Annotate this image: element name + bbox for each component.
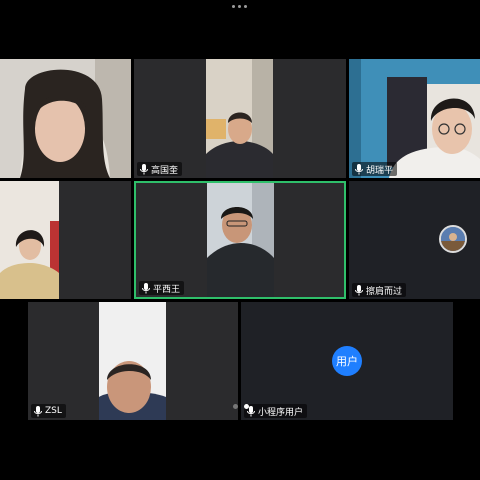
mic-icon — [140, 163, 148, 174]
participant-name: 擦肩而过 — [366, 286, 403, 297]
participant-video-feed — [349, 59, 480, 178]
participant-video-feed — [99, 302, 166, 420]
page-dot[interactable] — [233, 404, 238, 409]
mic-icon — [355, 163, 363, 174]
video-tile-participant-7[interactable]: ZSL — [28, 302, 238, 420]
participant-video-feed — [206, 59, 273, 178]
participant-name: 高国奎 — [151, 165, 179, 176]
mic-icon — [34, 405, 42, 416]
participant-name-label: 胡瑞平 — [352, 162, 398, 176]
participant-name-label: 小程序用户 — [244, 404, 308, 418]
video-tile-participant-2[interactable]: 高国奎 — [134, 59, 346, 178]
video-tile-participant-8[interactable]: 用户 小程序用户 — [241, 302, 453, 420]
participant-name: ZSL — [45, 406, 62, 416]
participant-video-feed — [0, 59, 131, 178]
video-tile-participant-4[interactable] — [0, 181, 131, 299]
mic-icon — [355, 284, 363, 295]
participant-name-label: 高国奎 — [137, 162, 183, 176]
page-dot-current[interactable] — [244, 404, 249, 409]
more-dots-icon[interactable] — [232, 5, 248, 11]
user-avatar-badge: 用户 — [332, 346, 362, 376]
participant-name-label: 平西王 — [139, 281, 185, 295]
video-tile-participant-6[interactable]: 擦肩而过 — [349, 181, 480, 299]
video-tile-participant-3[interactable]: 胡瑞平 — [349, 59, 480, 178]
video-tile-participant-5[interactable]: 平西王 — [134, 181, 346, 299]
participant-name-label: 擦肩而过 — [352, 283, 407, 297]
participant-name: 小程序用户 — [258, 407, 304, 418]
page-indicator[interactable] — [233, 404, 249, 409]
participant-name: 胡瑞平 — [366, 165, 394, 176]
mic-icon — [142, 282, 150, 293]
participant-name-label: ZSL — [31, 404, 66, 418]
participant-avatar — [439, 225, 467, 253]
participant-video-feed — [0, 181, 59, 299]
video-tile-participant-1[interactable] — [0, 59, 131, 178]
participant-name: 平西王 — [153, 284, 181, 295]
participant-video-feed — [207, 183, 274, 297]
